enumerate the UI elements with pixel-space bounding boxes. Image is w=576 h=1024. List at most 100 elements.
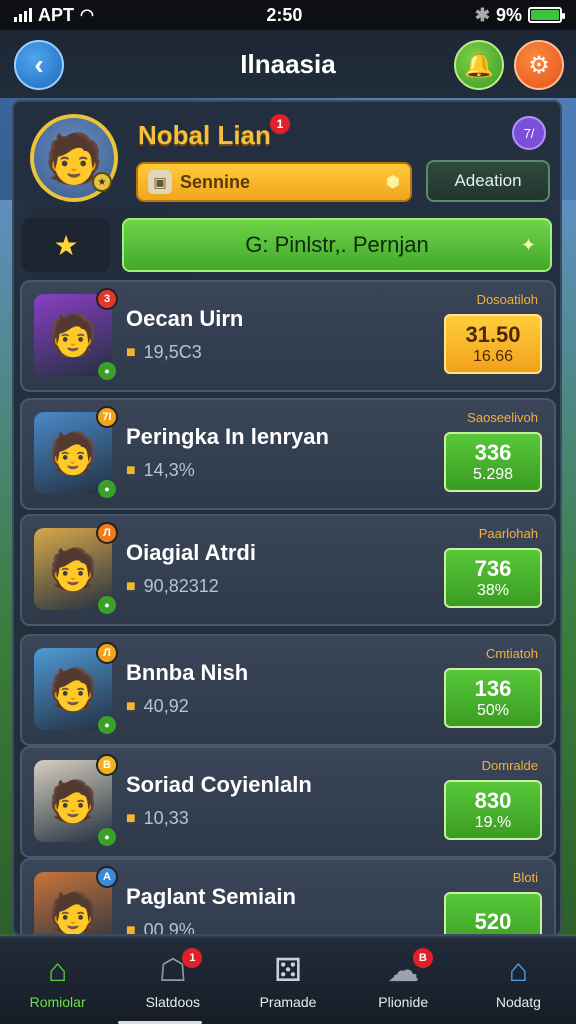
leaderboard-panel: 🧑 ★ Nobal Lian 1 7/ ▣ Sennine ⬢ Adeation…: [12, 100, 562, 936]
nav-tab-label: Pramade: [259, 994, 317, 1010]
nav-tab-label: Nodatg: [495, 994, 541, 1010]
row-score-box[interactable]: 136 50%: [444, 668, 542, 728]
person-icon: 🧑: [48, 779, 98, 824]
row-player-name: Peringka In lenryan: [126, 424, 329, 449]
coin-icon: ■: [126, 809, 136, 827]
row-avatar: 🧑 3 ●: [34, 288, 118, 380]
season-label: Sennine: [180, 171, 251, 192]
row-score-primary: 31.50: [465, 322, 521, 347]
nav-tab-label: Slatdoos: [145, 994, 201, 1010]
row-player-name: Paglant Semiain: [126, 884, 296, 909]
row-player-stat: ■ 19,5С3: [126, 342, 202, 363]
player-row[interactable]: 🧑 Л ● Bnnba Nish ■ 40,92 Cmtiatoh 136 50…: [20, 634, 556, 746]
player-row[interactable]: 🧑 B ● Soriad Coyienlaln ■ 10,33 Domralde…: [20, 746, 556, 858]
chevron-left-icon: ‹: [34, 49, 44, 80]
bell-icon: 🔔: [464, 51, 494, 79]
favorites-button[interactable]: ★: [22, 218, 110, 272]
row-score-secondary: 5.298: [472, 466, 514, 483]
nav-tab-1[interactable]: ☖ Slatdoos 1: [115, 938, 230, 1024]
clock: 2:50: [266, 4, 303, 25]
row-score-secondary: 16.66: [472, 348, 514, 365]
settings-button[interactable]: ⚙: [514, 40, 564, 90]
row-corner-badge: 3: [96, 288, 118, 310]
page-title: Ilnaasia: [240, 48, 336, 79]
row-score-box[interactable]: 31.50 16.66: [444, 314, 542, 374]
row-avatar: 🧑 7І ●: [34, 406, 118, 498]
nav-tab-3[interactable]: ☁ Plionide B: [346, 938, 461, 1024]
row-score-label: Cmtiatoh: [485, 646, 538, 661]
row-status-icon: ●: [98, 596, 116, 614]
notification-badge: 1: [270, 114, 290, 134]
player-row[interactable]: 🧑 Л ● Oiagial Atrdi ■ 90,82312 Paarlohah…: [20, 514, 556, 626]
row-player-stat: ■ 10,33: [126, 808, 189, 829]
nav-badge: B: [412, 948, 433, 968]
nav-tab-label: Plionide: [378, 994, 429, 1010]
person-icon: 🧑: [48, 313, 98, 358]
nav-tab-4[interactable]: ⌂ Nodatg: [461, 938, 576, 1024]
row-stat-value: 90,82312: [143, 576, 219, 596]
row-player-stat: ■ 00.9%: [126, 920, 195, 936]
back-button[interactable]: ‹: [14, 40, 64, 90]
battery-icon: [527, 7, 565, 23]
row-player-name: Oiagial Atrdi: [126, 540, 256, 565]
nav-tab-label: Romiolar: [29, 994, 86, 1010]
dice-icon: ⚄: [274, 952, 302, 988]
row-avatar: 🧑 А ●: [34, 866, 118, 934]
wifi-icon: ◠: [80, 7, 94, 24]
bottom-nav: ⌂ Romiolar ☖ Slatdoos 1 ⚄ Pramade ☁ Plio…: [0, 936, 576, 1024]
battery-percent: 9%: [495, 4, 522, 25]
notifications-button[interactable]: 🔔: [454, 40, 504, 90]
rank-badge[interactable]: 7/: [512, 116, 546, 150]
row-score-label: Saoseelivoh: [467, 410, 538, 425]
filter-button[interactable]: G: Pinlstr,. Pernjan ✦: [122, 218, 552, 272]
row-status-icon: ●: [98, 716, 116, 734]
row-score-box[interactable]: 336 5.298: [444, 432, 542, 492]
player-avatar[interactable]: 🧑 ★: [30, 114, 118, 202]
row-stat-value: 40,92: [143, 696, 189, 716]
filter-row: ★ G: Pinlstr,. Pernjan ✦: [14, 214, 560, 278]
row-player-name: Soriad Coyienlaln: [126, 772, 312, 797]
row-player-stat: ■ 14,3%: [126, 460, 195, 481]
row-corner-badge: А: [96, 866, 118, 888]
player-row[interactable]: 🧑 3 ● Oecan Uirn ■ 19,5С3 Dosoatiloh 31.…: [20, 280, 556, 392]
row-corner-badge: Л: [96, 522, 118, 544]
row-score-box[interactable]: 736 38%: [444, 548, 542, 608]
row-score-primary: 830: [474, 788, 512, 813]
row-status-icon: ●: [98, 362, 116, 380]
row-corner-badge: 7І: [96, 406, 118, 428]
row-score-secondary: 38%: [476, 582, 510, 599]
row-player-name: Oecan Uirn: [126, 306, 244, 331]
nav-tab-2[interactable]: ⚄ Pramade: [230, 938, 345, 1024]
row-score-box[interactable]: 520: [444, 892, 542, 934]
row-score-secondary: 19.%: [474, 814, 512, 831]
coin-icon: ■: [126, 461, 136, 479]
row-score-primary: 136: [474, 676, 512, 701]
row-avatar: 🧑 B ●: [34, 754, 118, 846]
scroll-icon: ▣: [148, 170, 172, 194]
player-name: Nobal Lian: [138, 120, 271, 150]
coin-icon: ■: [126, 921, 136, 936]
bluetooth-icon: ✱: [474, 4, 490, 25]
row-player-stat: ■ 40,92: [126, 696, 189, 717]
gear-icon: ⚙: [528, 51, 550, 79]
profile-card: 🧑 ★ Nobal Lian 1 7/ ▣ Sennine ⬢ Adeation: [14, 102, 560, 214]
star-icon: ★: [53, 229, 79, 261]
action-button[interactable]: Adeation: [426, 160, 550, 202]
coin-icon: ■: [126, 577, 136, 595]
row-score-label: Bloti: [512, 870, 538, 885]
player-row[interactable]: 🧑 А ● Paglant Semiain ■ 00.9% Bloti 520: [20, 858, 556, 936]
season-selector[interactable]: ▣ Sennine ⬢: [136, 162, 412, 202]
row-avatar: 🧑 Л ●: [34, 522, 118, 614]
row-score-label: Domralde: [481, 758, 538, 773]
row-score-primary: 520: [474, 909, 512, 934]
row-corner-badge: B: [96, 754, 118, 776]
person-icon: 🧑: [48, 431, 98, 476]
house-icon: ⌂: [508, 952, 529, 988]
nav-tab-0[interactable]: ⌂ Romiolar: [0, 938, 115, 1024]
row-score-box[interactable]: 830 19.%: [444, 780, 542, 840]
row-player-stat: ■ 90,82312: [126, 576, 219, 597]
player-row[interactable]: 🧑 7І ● Peringka In lenryan ■ 14,3% Saose…: [20, 398, 556, 510]
sparkle-icon: ✦: [520, 234, 536, 255]
nav-badge: 1: [182, 948, 203, 968]
person-icon: 🧑: [48, 547, 98, 592]
